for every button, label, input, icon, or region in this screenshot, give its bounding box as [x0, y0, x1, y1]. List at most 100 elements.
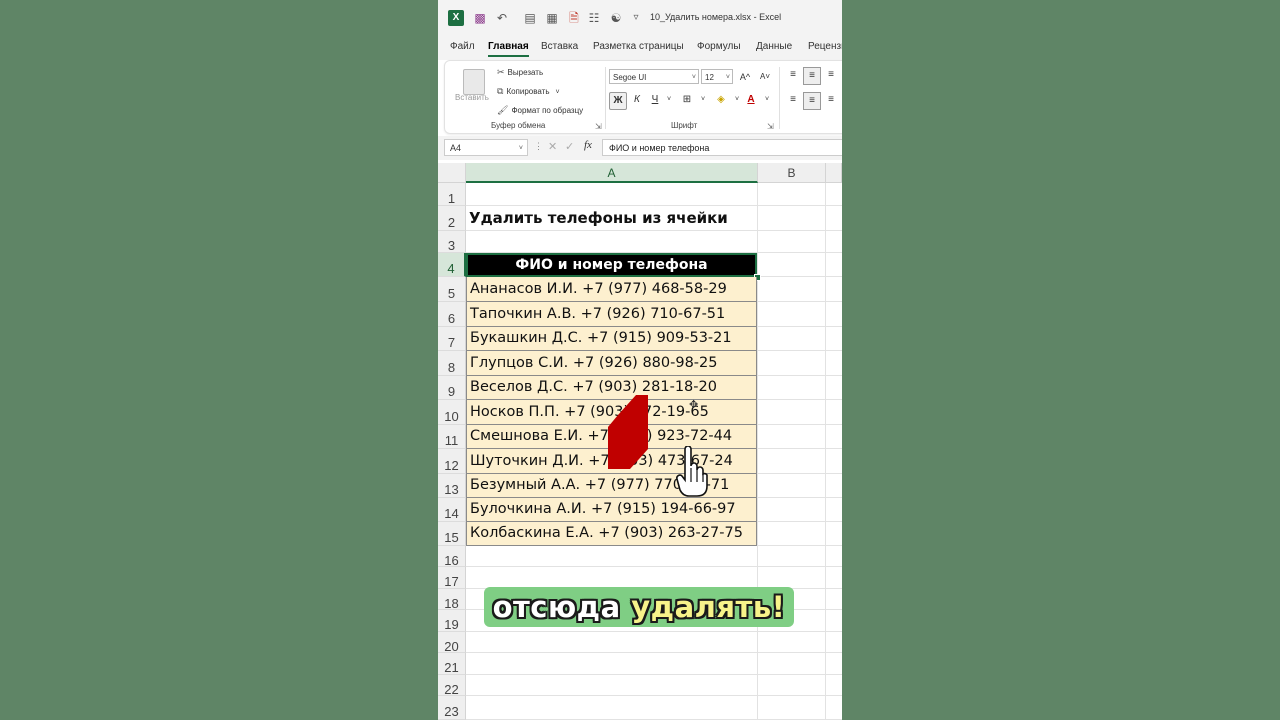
chevron-down-icon: ˅ [725, 74, 730, 81]
tab-formulas[interactable]: Формулы [697, 41, 741, 52]
row-header[interactable]: 23 [438, 696, 466, 720]
row-header[interactable]: 7 [438, 327, 466, 351]
format-painter-button[interactable]: 🖌 Формат по образцу [497, 105, 583, 116]
underline-dropdown-icon[interactable]: ˅ [661, 92, 677, 108]
brush-icon: 🖌 [497, 105, 509, 115]
row-header[interactable]: 20 [438, 632, 466, 654]
cut-label: Вырезать [507, 68, 544, 77]
confirm-icon[interactable]: ✓ [565, 140, 574, 153]
name-box[interactable]: A4 ˅ [444, 139, 528, 156]
paste-button[interactable]: Вставить [455, 93, 489, 102]
clipboard-launcher-icon[interactable]: ⇲ [595, 122, 602, 131]
data-cell[interactable]: Ананасов И.И. +7 (977) 468-58-29 [466, 277, 757, 302]
font-family-select[interactable]: Segoe UI ˅ [609, 69, 699, 84]
column-header-c[interactable] [826, 163, 842, 183]
row-gridline [466, 631, 842, 632]
fill-color-icon[interactable]: ◈ [713, 92, 729, 108]
row-header[interactable]: 13 [438, 474, 466, 498]
pdf-icon[interactable]: 🗎 [566, 10, 582, 26]
align-right-icon[interactable]: ≡ [823, 92, 839, 108]
grow-font-button[interactable]: A^ [737, 69, 753, 85]
tab-review[interactable]: Рецензи [808, 41, 842, 52]
tab-file[interactable]: Файл [450, 41, 475, 52]
tab-page-layout[interactable]: Разметка страницы [593, 41, 684, 52]
align-left-icon[interactable]: ≡ [785, 92, 801, 108]
row-header[interactable]: 12 [438, 449, 466, 474]
align-top-icon[interactable]: ≡ [785, 67, 801, 83]
align-center-icon[interactable]: ≡ [803, 92, 821, 110]
row-gridline [466, 566, 842, 567]
network-icon[interactable]: ☯ [608, 10, 624, 26]
copy-button[interactable]: ⧉ Копировать ˅ [497, 86, 560, 97]
tab-home[interactable]: Главная [488, 41, 529, 57]
tab-insert[interactable]: Вставка [541, 41, 578, 52]
row-header[interactable]: 15 [438, 522, 466, 546]
row-gridline [466, 652, 842, 653]
row-header[interactable]: 8 [438, 351, 466, 376]
row-header[interactable]: 17 [438, 567, 466, 589]
data-cell[interactable]: Безумный А.А. +7 (977) 770-15-71 [466, 474, 757, 498]
font-color-dropdown-icon[interactable]: ˅ [759, 92, 775, 108]
column-header-b[interactable]: B [758, 163, 826, 183]
borders-dropdown-icon[interactable]: ˅ [695, 92, 711, 108]
row-header[interactable]: 4 [438, 253, 466, 277]
row-header[interactable]: 19 [438, 610, 466, 632]
sheet-title-cell[interactable]: Удалить телефоны из ячейки [466, 206, 757, 231]
format-painter-label: Формат по образцу [511, 106, 584, 115]
excel-logo-icon: X [448, 10, 464, 26]
align-middle-icon[interactable]: ≡ [803, 67, 821, 85]
cancel-icon[interactable]: ✕ [548, 140, 557, 153]
row-header[interactable]: 2 [438, 206, 466, 231]
row-header[interactable]: 16 [438, 546, 466, 568]
window-title: 10_Удалить номера.xlsx - Excel [650, 12, 781, 22]
data-cell[interactable]: Букашкин Д.С. +7 (915) 909-53-21 [466, 327, 757, 351]
font-size-value: 12 [705, 73, 714, 82]
align-bottom-icon[interactable]: ≡ [823, 67, 839, 83]
row-header[interactable]: 3 [438, 231, 466, 253]
bold-button[interactable]: Ж [609, 92, 627, 110]
cut-button[interactable]: ✂ Вырезать [497, 67, 543, 78]
grid-icon[interactable]: ▦ [544, 10, 560, 26]
clipboard-group-label: Буфер обмена [491, 121, 546, 130]
paste-icon[interactable] [463, 69, 485, 95]
tab-data[interactable]: Данные [756, 41, 792, 52]
header-cell-a4[interactable]: ФИО и номер телефона [466, 253, 757, 277]
row-header[interactable]: 11 [438, 425, 466, 449]
column-header-a[interactable]: A [466, 163, 758, 183]
shrink-font-button[interactable]: A˅ [757, 69, 773, 85]
data-cell[interactable]: Булочкина А.И. +7 (915) 194-66-97 [466, 498, 757, 522]
ribbon-tabs: Файл Главная Вставка Разметка страницы Ф… [438, 36, 842, 60]
formula-bar: A4 ˅ ⋮ ✕ ✓ fx ФИО и номер телефона [438, 136, 842, 160]
data-cell[interactable]: Тапочкин А.В. +7 (926) 710-67-51 [466, 302, 757, 327]
chevron-down-icon: ˅ [691, 74, 696, 81]
font-size-select[interactable]: 12 ˅ [701, 69, 733, 84]
red-marker-icon [608, 395, 648, 469]
row-header[interactable]: 1 [438, 183, 466, 206]
copy-label: Копировать [506, 87, 550, 96]
borders-icon[interactable]: ⊞ [679, 92, 695, 108]
undo-icon[interactable]: ↶ [494, 10, 510, 26]
row-header[interactable]: 14 [438, 498, 466, 522]
select-all-corner[interactable] [438, 163, 466, 183]
row-header[interactable]: 6 [438, 302, 466, 327]
formula-input[interactable]: ФИО и номер телефона [602, 139, 842, 156]
font-family-value: Segoe UI [613, 73, 647, 82]
row-header[interactable]: 5 [438, 277, 466, 302]
data-cell[interactable]: Колбаскина Е.А. +7 (903) 263-27-75 [466, 522, 757, 546]
font-launcher-icon[interactable]: ⇲ [767, 122, 774, 131]
data-cell[interactable]: Глупцов С.И. +7 (926) 880-98-25 [466, 351, 757, 376]
row-header[interactable]: 10 [438, 400, 466, 425]
row-header[interactable]: 22 [438, 675, 466, 697]
copy-dropdown-icon[interactable]: ˅ [556, 89, 560, 96]
italic-button[interactable]: К [629, 92, 645, 108]
table-icon[interactable]: ▤ [522, 10, 538, 26]
row-header[interactable]: 21 [438, 653, 466, 675]
row-header[interactable]: 18 [438, 589, 466, 611]
save-icon[interactable]: ▩ [472, 10, 488, 26]
sort-icon[interactable]: ☷ [586, 10, 602, 26]
insert-function-button[interactable]: fx [584, 139, 592, 151]
caption-word-2: удалять! [631, 590, 786, 624]
customize-quick-access-icon[interactable]: ▿ [628, 10, 644, 26]
row-header[interactable]: 9 [438, 376, 466, 400]
font-color-button[interactable]: A [743, 92, 759, 108]
